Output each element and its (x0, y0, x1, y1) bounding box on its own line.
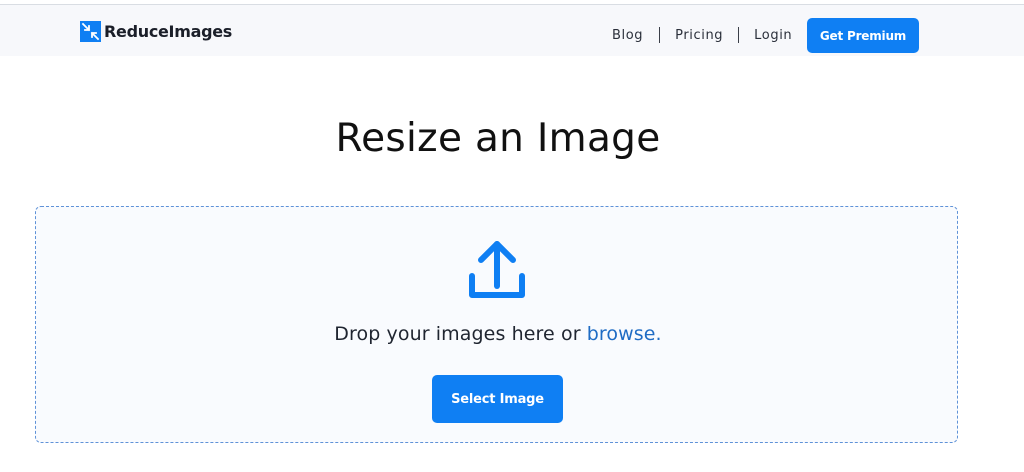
brand-logo[interactable]: ReduceImages (80, 21, 232, 42)
nav-separator (659, 27, 661, 43)
nav-link-pricing[interactable]: Pricing (675, 28, 723, 43)
site-header: ReduceImages Blog Pricing Login Get Prem… (0, 5, 1024, 56)
brand-name: ReduceImages (104, 22, 233, 41)
drop-text: Drop your images here or (334, 323, 587, 345)
browse-link[interactable]: browse. (587, 323, 662, 345)
page-title: Resize an Image (335, 116, 661, 161)
nav-link-login[interactable]: Login (754, 28, 792, 43)
select-image-button[interactable]: Select Image (432, 375, 563, 423)
nav-separator (738, 27, 740, 43)
drop-instructions: Drop your images here or browse. (0, 323, 996, 345)
reduce-images-logo-icon (80, 21, 101, 42)
nav-link-blog[interactable]: Blog (612, 28, 643, 43)
get-premium-button[interactable]: Get Premium (807, 18, 919, 53)
top-nav: Blog Pricing Login (612, 27, 792, 43)
upload-icon (469, 241, 525, 298)
